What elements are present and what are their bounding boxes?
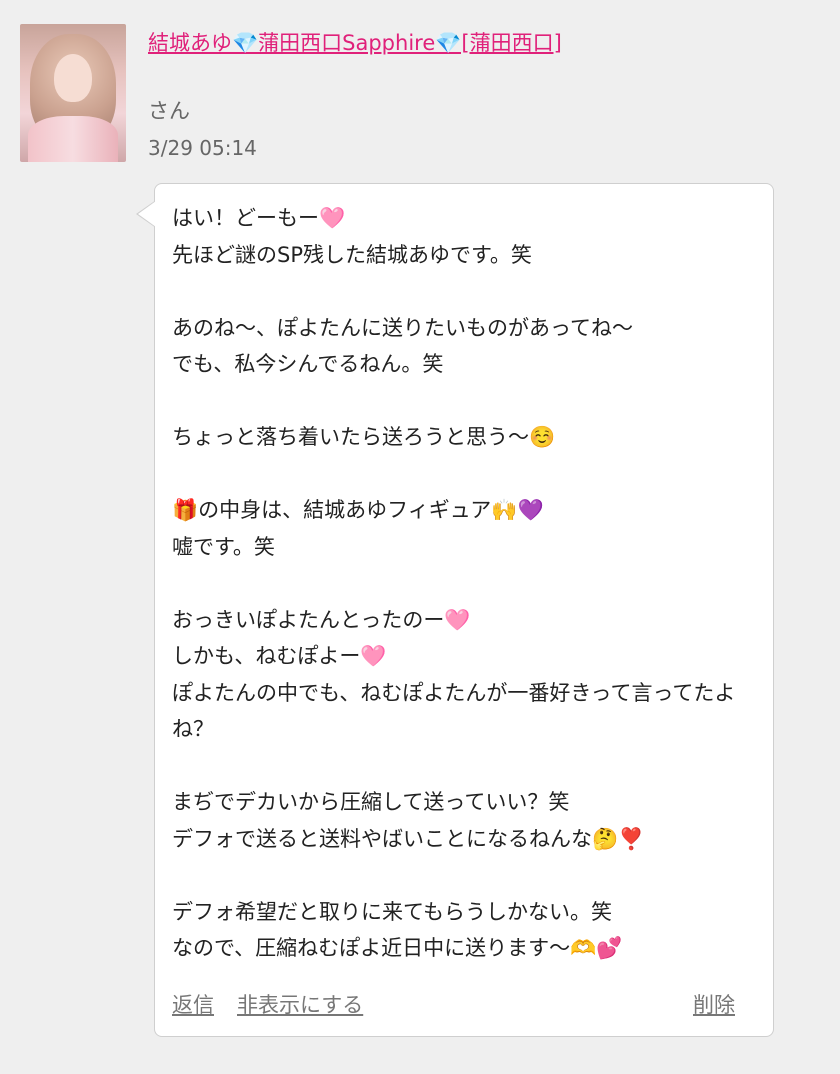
author-honorific: さん xyxy=(148,99,190,123)
bubble-tail-fill xyxy=(138,201,156,227)
author-name-link[interactable]: 結城あゆ💎蒲田西口Sapphire💎[蒲田西口] xyxy=(148,26,568,60)
avatar-kimono xyxy=(28,116,118,162)
hide-link[interactable]: 非表示にする xyxy=(237,990,363,1020)
avatar-face xyxy=(54,54,92,102)
delete-link[interactable]: 削除 xyxy=(693,990,735,1020)
post-timestamp: 3/29 05:14 xyxy=(148,136,257,160)
reply-link[interactable]: 返信 xyxy=(172,990,214,1020)
message-text: はい！どーもー🩷 先ほど謎のSP残した結城あゆです。笑 あのね〜、ぽよたんに送り… xyxy=(172,206,736,960)
author-avatar[interactable] xyxy=(20,24,126,162)
